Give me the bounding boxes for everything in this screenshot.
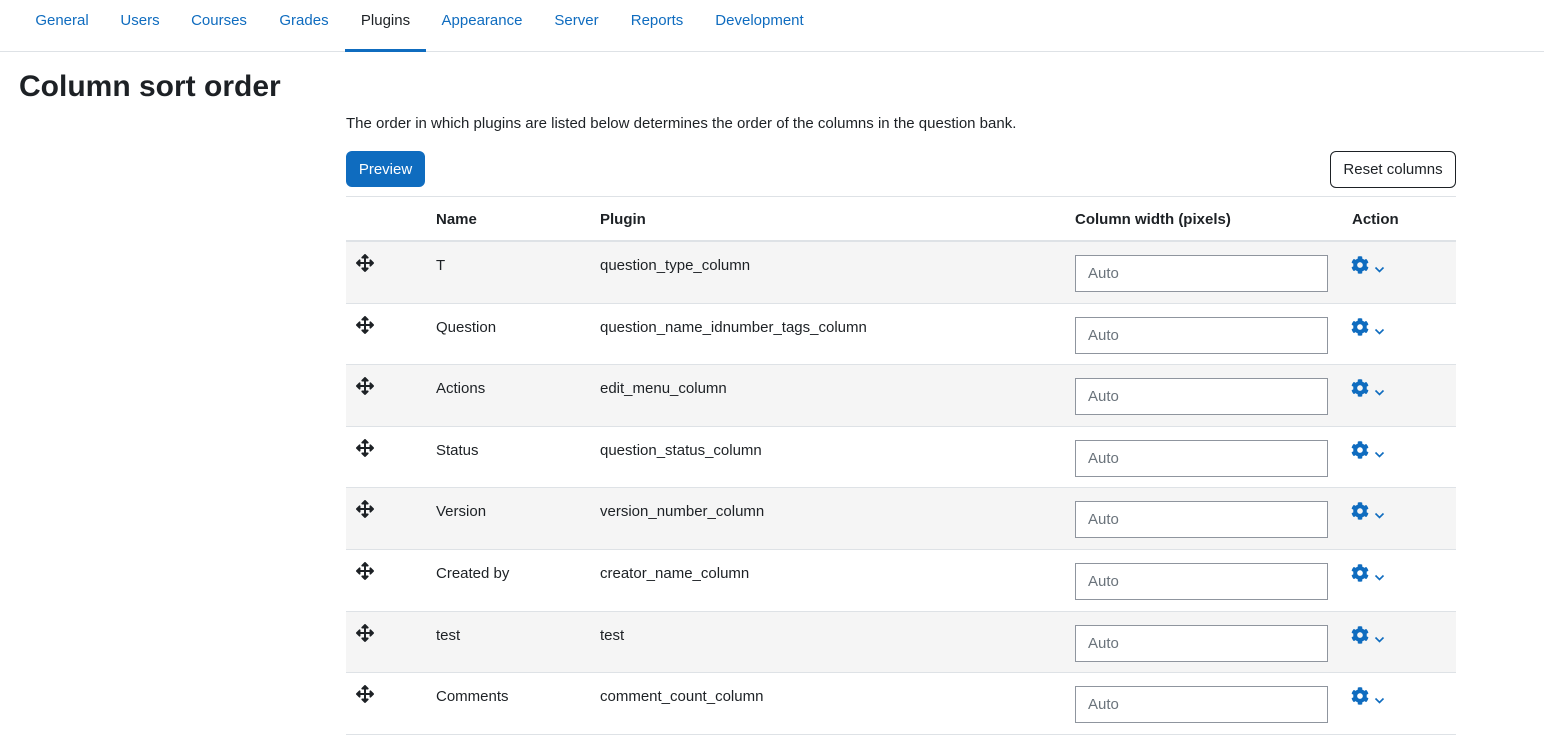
row-name: Actions (436, 380, 486, 398)
admin-tab-nav: General Users Courses Grades Plugins App… (0, 0, 1544, 52)
row-plugin: edit_menu_column (600, 380, 727, 398)
tab-development[interactable]: Development (699, 0, 820, 52)
chevron-down-icon (1374, 692, 1385, 704)
chevron-down-icon (1374, 569, 1385, 581)
tab-plugins[interactable]: Plugins (345, 0, 426, 52)
gear-icon (1351, 317, 1369, 336)
row-name: Status (436, 441, 479, 459)
action-menu-button[interactable] (1351, 563, 1389, 583)
column-width-input[interactable] (1075, 501, 1328, 539)
move-icon[interactable] (355, 623, 374, 642)
chevron-down-icon (1374, 507, 1385, 520)
table-body: Tquestion_type_column Question question_na… (346, 242, 1456, 735)
column-width-input[interactable] (1075, 562, 1328, 600)
gear-icon (1351, 625, 1369, 644)
row-plugin: question_name_idnumber_tags_column (600, 318, 867, 336)
action-menu-button[interactable] (1351, 378, 1389, 398)
row-name: Comments (436, 688, 509, 706)
header-plugin: Plugin (600, 211, 646, 228)
row-name: test (436, 626, 461, 644)
column-sort-table: Name Plugin Column width (pixels) Action… (346, 196, 1456, 735)
move-icon[interactable] (355, 253, 374, 273)
tab-reports[interactable]: Reports (615, 0, 699, 52)
table-row: Question question_name_idnumber_tags_colu… (346, 303, 1456, 366)
tab-appearance[interactable]: Appearance (426, 0, 538, 52)
gear-icon (1351, 502, 1369, 521)
move-icon[interactable] (355, 438, 374, 457)
row-name: Created by (436, 564, 510, 582)
tab-courses[interactable]: Courses (175, 0, 263, 52)
action-menu-button[interactable] (1351, 501, 1389, 521)
row-plugin: creator_name_column (600, 564, 750, 582)
column-width-input[interactable] (1075, 255, 1328, 292)
move-icon[interactable] (355, 377, 374, 396)
table-row: Actions edit_menu_column (346, 365, 1456, 427)
table-row: Comments comment_count_column (346, 673, 1456, 735)
gear-icon (1351, 379, 1369, 397)
column-width-input[interactable] (1075, 686, 1328, 724)
chevron-down-icon (1374, 323, 1385, 335)
gear-icon (1351, 441, 1369, 459)
tab-general[interactable]: General (19, 0, 105, 52)
gear-icon (1351, 256, 1369, 274)
reset-columns-button[interactable]: Reset columns (1330, 151, 1456, 188)
table-header: Name Plugin Column width (pixels) Action (346, 196, 1456, 242)
column-width-input[interactable] (1075, 439, 1328, 477)
table-row: Version version_number_column (346, 488, 1456, 550)
gear-icon (1351, 564, 1369, 582)
table-row: Created by creator_name_column (346, 549, 1456, 612)
chevron-down-icon (1374, 446, 1385, 458)
row-plugin: question_status_column (600, 441, 762, 459)
header-action: Action (1352, 211, 1399, 228)
tab-grades[interactable]: Grades (263, 0, 345, 52)
column-width-input[interactable] (1075, 378, 1328, 416)
tab-server[interactable]: Server (538, 0, 615, 52)
chevron-down-icon (1374, 631, 1385, 643)
action-menu-button[interactable] (1351, 686, 1389, 706)
action-menu-button[interactable] (1351, 255, 1389, 275)
row-name: Question (436, 318, 497, 336)
column-width-input[interactable] (1075, 316, 1328, 354)
chevron-down-icon (1374, 261, 1385, 273)
action-menu-button[interactable] (1351, 625, 1389, 645)
tab-users[interactable]: Users (105, 0, 175, 52)
action-menu-button[interactable] (1351, 440, 1389, 460)
intro-text: The order in which plugins are listed be… (346, 115, 1017, 132)
column-width-input[interactable] (1075, 624, 1328, 662)
chevron-down-icon (1374, 384, 1385, 396)
move-icon[interactable] (355, 561, 374, 580)
row-name: T (436, 257, 446, 274)
row-plugin: version_number_column (600, 503, 765, 521)
table-row: Status question_status_column (346, 426, 1456, 489)
table-row: Tquestion_type_column (346, 242, 1456, 304)
row-plugin: question_type_column (600, 257, 751, 274)
table-row: test test (346, 611, 1456, 674)
move-icon[interactable] (355, 315, 374, 334)
header-name: Name (436, 211, 477, 228)
move-icon[interactable] (355, 685, 374, 704)
move-icon[interactable] (355, 500, 374, 519)
row-plugin: comment_count_column (600, 688, 764, 706)
header-column-width: Column width (pixels) (1075, 211, 1231, 228)
row-plugin: test (600, 626, 625, 644)
gear-icon (1351, 687, 1369, 705)
row-name: Version (436, 503, 487, 521)
preview-button[interactable]: Preview (346, 151, 425, 187)
action-menu-button[interactable] (1351, 317, 1389, 337)
page-title: Column sort order (19, 70, 281, 103)
